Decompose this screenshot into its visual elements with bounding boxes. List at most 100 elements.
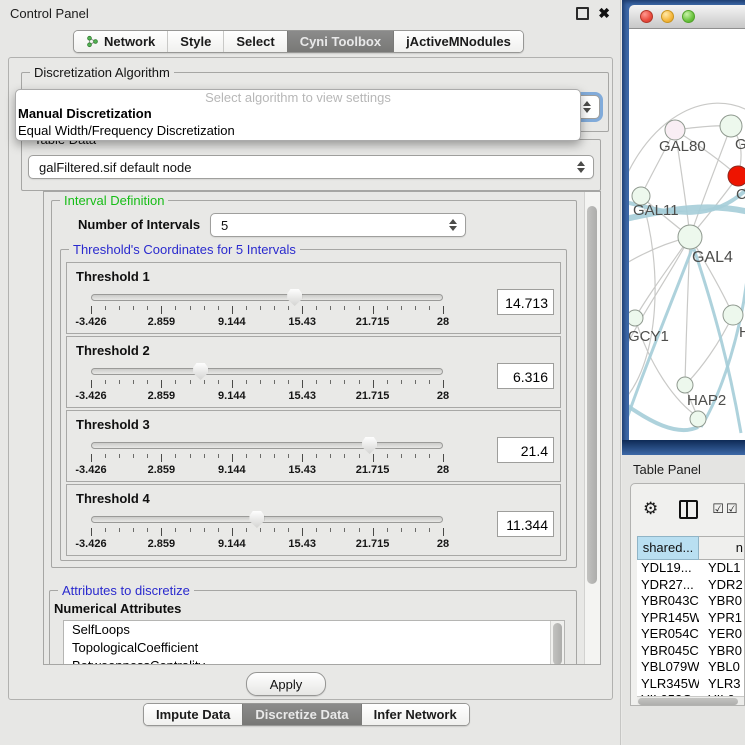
network-node[interactable]	[690, 411, 706, 427]
slider-ticks	[91, 528, 443, 537]
threshold-slider[interactable]: -3.4262.8599.14415.4321.71528	[91, 513, 443, 551]
gear-icon[interactable]: ⚙	[643, 499, 658, 519]
cell-name: YBR0	[699, 593, 745, 610]
threshold-slider[interactable]: -3.4262.8599.14415.4321.71528	[91, 365, 443, 403]
threshold-label: Threshold 1	[76, 269, 150, 284]
network-node-gcy1[interactable]	[629, 310, 643, 326]
numerical-attributes-list[interactable]: SelfLoopsTopologicalCoefficientBetweenne…	[63, 620, 565, 665]
table-row[interactable]: YBL079WYBL0	[637, 659, 745, 676]
network-node-gal4[interactable]	[678, 225, 702, 249]
table-row[interactable]: YDL19...YDL1	[637, 560, 745, 577]
combo-arrows-icon	[583, 101, 591, 113]
network-node-label: GAL11	[633, 202, 679, 219]
table-data-group: Table Data galFiltered.sif default node	[21, 139, 601, 191]
network-node-label: HAP2	[687, 392, 726, 409]
tab-impute-data[interactable]: Impute Data	[144, 704, 242, 725]
threshold-value-field[interactable]: 21.4	[497, 437, 554, 463]
cyni-toolbox-panel: Discretization Algorithm Select algorith…	[8, 57, 613, 700]
threshold-value-field[interactable]: 6.316	[497, 363, 554, 389]
table-row[interactable]: YBR045CYBR0	[637, 643, 745, 660]
tab-label: Select	[236, 34, 274, 49]
columns-icon[interactable]	[679, 500, 698, 519]
algorithm-dropdown-popup: Select algorithm to view settings Manual…	[15, 89, 581, 141]
attribute-items: SelfLoopsTopologicalCoefficientBetweenne…	[64, 621, 564, 665]
attributes-scrollbar[interactable]	[550, 621, 564, 665]
table-row[interactable]: YER054CYER0	[637, 626, 745, 643]
network-canvas[interactable]: GAL80GACGAL11GAL4GCY1HHAP2	[629, 29, 745, 440]
cell-name: YLR3	[699, 676, 745, 693]
table-toolbar: ⚙ ☑ ☑	[631, 484, 745, 534]
table-panel-title: Table Panel	[633, 462, 701, 477]
table-row[interactable]: YBR043CYBR0	[637, 593, 745, 610]
table-rows: YDL19...YDL1YDR27...YDR2YBR043CYBR0YPR14…	[637, 560, 745, 696]
network-edge	[629, 196, 655, 399]
slider-ticks	[91, 380, 443, 389]
tab-label: Style	[180, 34, 211, 49]
slider-scale-labels: -3.4262.8599.14415.4321.71528	[91, 464, 443, 476]
tab-style[interactable]: Style	[167, 31, 223, 52]
table-data-combobox[interactable]: galFiltered.sif default node	[28, 155, 594, 179]
control-panel-titlebar: Control Panel ✖	[0, 0, 620, 26]
network-node-ga[interactable]	[720, 115, 742, 137]
slider-thumb-icon[interactable]	[362, 437, 377, 454]
network-node-hap2[interactable]	[677, 377, 693, 393]
threshold-value-field[interactable]: 14.713	[497, 289, 554, 315]
attribute-item[interactable]: SelfLoops	[64, 621, 564, 639]
tab-select[interactable]: Select	[223, 31, 286, 52]
control-panel: Control Panel ✖ Network Style Select Cyni T…	[0, 0, 621, 745]
tab-network[interactable]: Network	[74, 31, 167, 52]
threshold-slider[interactable]: -3.4262.8599.14415.4321.71528	[91, 439, 443, 477]
minimize-traffic-light-icon[interactable]	[661, 10, 674, 23]
dropdown-option-equal-width-frequency[interactable]: Equal Width/Frequency Discretization	[16, 122, 580, 139]
network-node-label: GAL4	[692, 249, 733, 266]
network-node-c[interactable]	[728, 166, 745, 186]
cell-name: YBL0	[699, 659, 745, 676]
number-of-intervals-combobox[interactable]: 5	[210, 213, 466, 237]
checkbox-icon[interactable]: ☑	[726, 502, 738, 517]
tab-infer-network[interactable]: Infer Network	[361, 704, 469, 725]
threshold-panel-1: Threshold 1 -3.4262.8599.14415.4321.71528…	[66, 262, 561, 334]
tab-cyni-toolbox[interactable]: Cyni Toolbox	[287, 31, 393, 52]
column-header-name[interactable]: n	[699, 536, 745, 560]
tab-discretize-data[interactable]: Discretize Data	[242, 704, 360, 725]
apply-button[interactable]: Apply	[246, 672, 326, 696]
slider-thumb-icon[interactable]	[193, 363, 208, 380]
slider-track[interactable]	[91, 294, 443, 301]
slider-track[interactable]	[91, 442, 443, 449]
tab-label: Impute Data	[156, 707, 230, 722]
table-row[interactable]: YPR145WYPR1	[637, 610, 745, 627]
dropdown-option-manual-discretization[interactable]: Manual Discretization	[16, 105, 580, 122]
combo-arrows-icon	[577, 161, 585, 173]
table-panel-titlebar: Table Panel	[622, 455, 745, 483]
float-window-icon[interactable]	[576, 7, 589, 20]
slider-ticks	[91, 306, 443, 315]
attribute-item[interactable]: BetweennessCentrality	[64, 657, 564, 665]
network-icon	[86, 35, 99, 48]
network-node-label: H	[739, 324, 745, 341]
table-row[interactable]: YDR27...YDR2	[637, 577, 745, 594]
cell-shared-name: YER054C	[637, 626, 699, 643]
attribute-item[interactable]: TopologicalCoefficient	[64, 639, 564, 657]
checkbox-icon[interactable]: ☑	[712, 502, 724, 517]
tab-label: Infer Network	[374, 707, 457, 722]
cell-name: YPR1	[699, 610, 745, 627]
close-traffic-light-icon[interactable]	[640, 10, 653, 23]
settings-scrollbar[interactable]	[584, 192, 600, 664]
slider-track[interactable]	[91, 516, 443, 523]
slider-thumb-icon[interactable]	[287, 289, 302, 306]
tab-jactivemnodules[interactable]: jActiveMNodules	[393, 31, 523, 52]
network-node-h[interactable]	[723, 305, 743, 325]
table-horizontal-scrollbar[interactable]	[637, 696, 745, 706]
slider-track[interactable]	[91, 368, 443, 375]
cell-shared-name: YBR045C	[637, 643, 699, 660]
zoom-traffic-light-icon[interactable]	[682, 10, 695, 23]
slider-thumb-icon[interactable]	[249, 511, 264, 528]
close-icon[interactable]: ✖	[598, 6, 610, 20]
threshold-value-field[interactable]: 11.344	[497, 511, 554, 537]
number-of-intervals-label: Number of Intervals	[78, 217, 200, 232]
table-row[interactable]: YLR345WYLR3	[637, 676, 745, 693]
network-node-gal80[interactable]	[665, 120, 685, 140]
column-header-shared-name[interactable]: shared...	[637, 536, 699, 560]
threshold-slider[interactable]: -3.4262.8599.14415.4321.71528	[91, 291, 443, 329]
cell-shared-name: YPR145W	[637, 610, 699, 627]
